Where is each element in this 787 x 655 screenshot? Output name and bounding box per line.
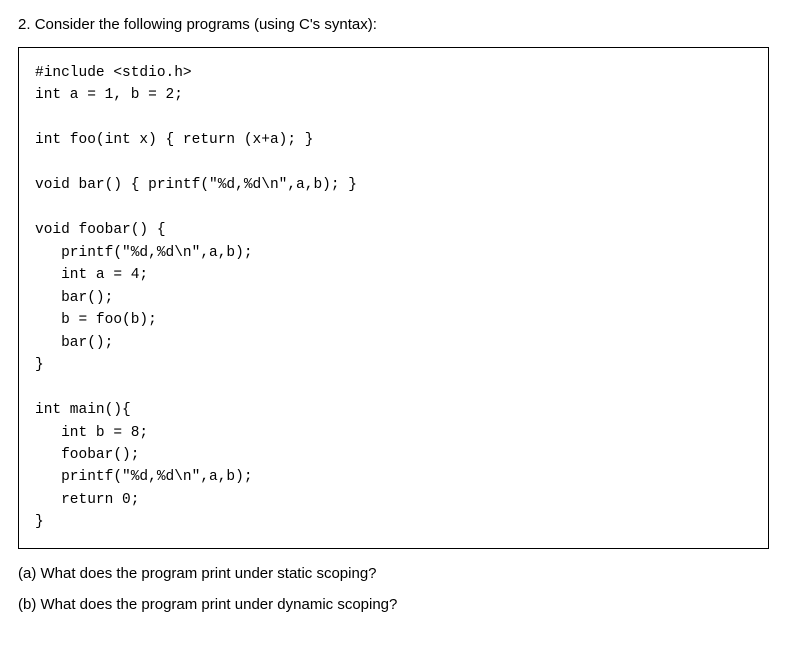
code-line: void foobar() {: [35, 222, 166, 238]
code-line: #include <stdio.h>: [35, 65, 192, 81]
code-line: b = foo(b);: [35, 312, 157, 328]
question-text: Consider the following programs (using C…: [35, 16, 377, 33]
code-block: #include <stdio.h> int a = 1, b = 2; int…: [18, 47, 769, 549]
code-line: bar();: [35, 335, 113, 351]
code-line: int b = 8;: [35, 425, 148, 441]
subquestion-b: (b) What does the program print under dy…: [18, 596, 769, 613]
code-line: }: [35, 514, 44, 530]
code-line: printf("%d,%d\n",a,b);: [35, 469, 253, 485]
code-line: foobar();: [35, 447, 139, 463]
code-line: int a = 1, b = 2;: [35, 87, 183, 103]
code-line: bar();: [35, 290, 113, 306]
subquestion-a: (a) What does the program print under st…: [18, 565, 769, 582]
code-line: }: [35, 357, 44, 373]
code-line: int main(){: [35, 402, 131, 418]
code-line: return 0;: [35, 492, 139, 508]
code-line: int foo(int x) { return (x+a); }: [35, 132, 313, 148]
code-line: void bar() { printf("%d,%d\n",a,b); }: [35, 177, 357, 193]
question-number: 2.: [18, 16, 31, 33]
code-line: printf("%d,%d\n",a,b);: [35, 245, 253, 261]
code-line: int a = 4;: [35, 267, 148, 283]
question-intro: 2. Consider the following programs (usin…: [18, 16, 769, 33]
